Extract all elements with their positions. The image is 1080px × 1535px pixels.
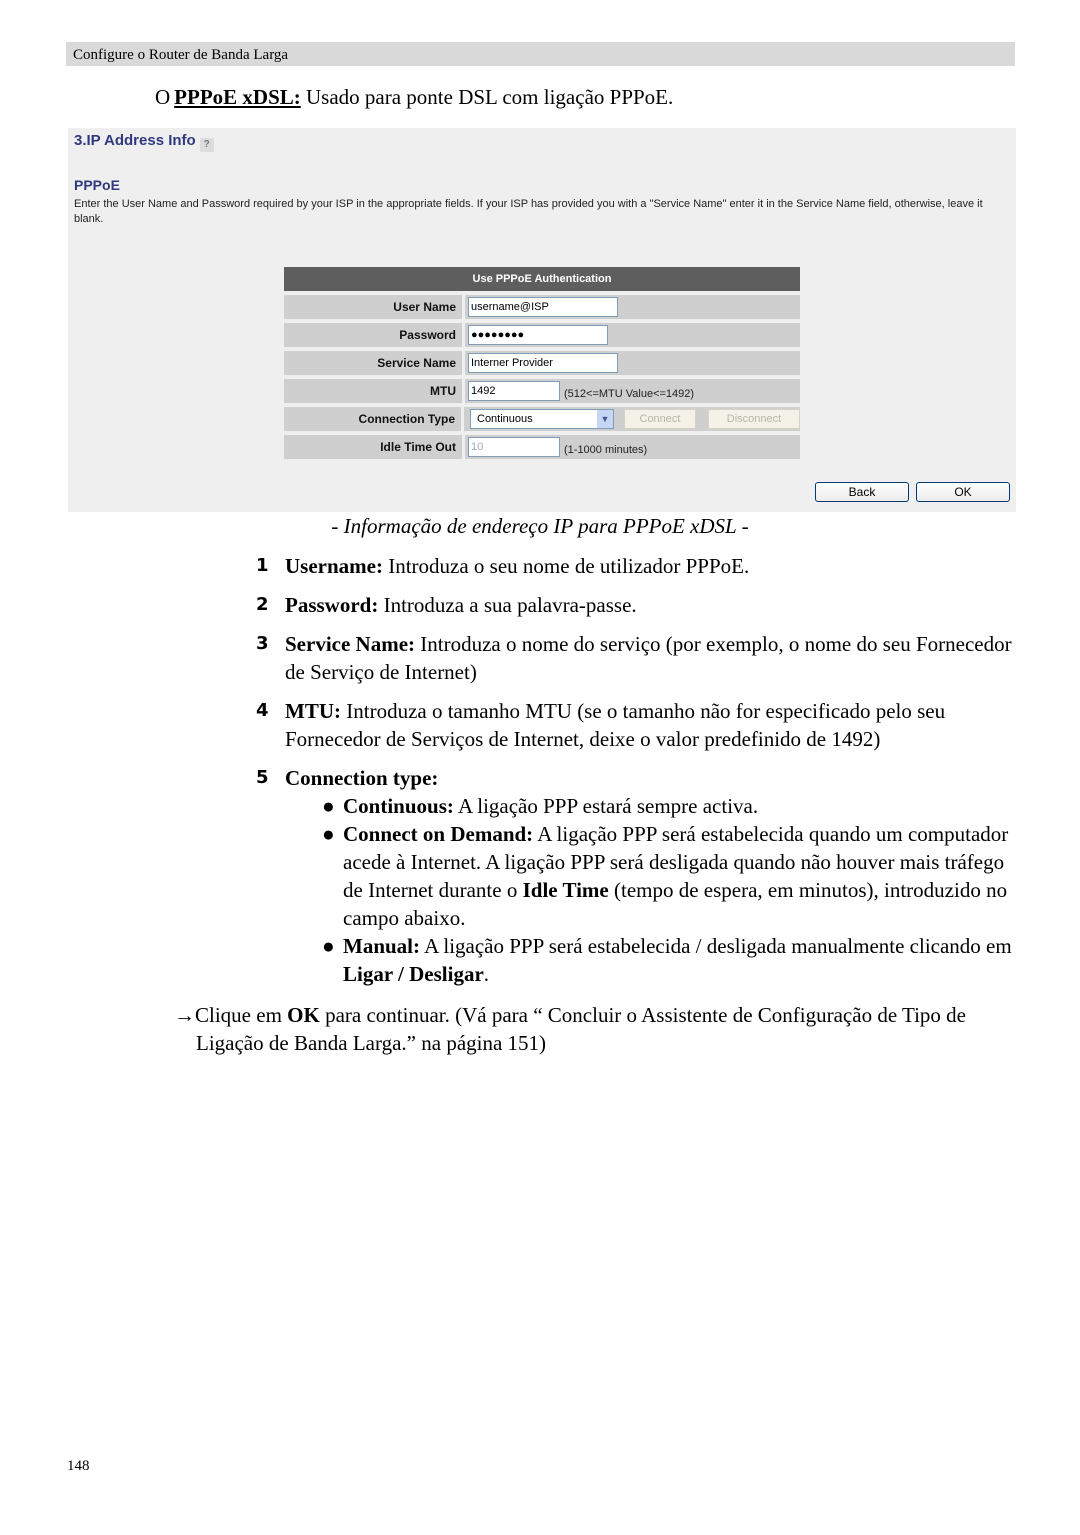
- service-name-input[interactable]: [468, 353, 618, 373]
- password-label: Password: [284, 323, 462, 347]
- form-row-mtu: MTU (512<=MTU Value<=1492): [284, 379, 800, 403]
- help-icon[interactable]: ?: [199, 138, 214, 152]
- mtu-input[interactable]: [468, 381, 560, 401]
- list-number: 1: [256, 555, 269, 576]
- user-name-input[interactable]: [468, 297, 618, 317]
- list-text: Introduza o seu nome de utilizador PPPoE…: [382, 554, 750, 578]
- sub-text: A ligação PPP estará sempre activa.: [453, 794, 759, 818]
- list-text: Introduza o tamanho MTU (se o tamanho nã…: [285, 699, 946, 751]
- sub-text: A ligação PPP será estabelecida / deslig…: [420, 934, 1012, 958]
- bullet-icon: ●: [322, 934, 335, 958]
- connection-type-selected: Continuous: [477, 413, 533, 425]
- note-body: →Clique em OK para continuar. (Vá para “…: [174, 1001, 1020, 1057]
- running-header: Configure o Router de Banda Larga: [66, 42, 1015, 66]
- note-bold: OK: [287, 1003, 320, 1027]
- list-item: 5 Connection type: ● Continuous: A ligação…: [256, 764, 1016, 988]
- sub-list-item: ● Manual: A ligação PPP será estabelecida…: [322, 932, 1016, 988]
- list-item: 4 MTU: Introduza o tamanho MTU (se o tama…: [256, 697, 1016, 753]
- intro-text: Usado para ponte DSL com ligação PPPoE.: [300, 85, 674, 109]
- mtu-cell: (512<=MTU Value<=1492): [465, 379, 800, 403]
- list-term: Password:: [285, 593, 379, 617]
- list-number: 4: [256, 700, 269, 721]
- form-header: Use PPPoE Authentication: [284, 267, 800, 291]
- chevron-down-icon[interactable]: ▼: [597, 410, 613, 428]
- form-row-service-name: Service Name: [284, 351, 800, 375]
- connection-type-label: Connection Type: [284, 407, 461, 431]
- section-description: Enter the User Name and Password require…: [74, 198, 983, 225]
- idle-time-out-input[interactable]: [468, 437, 560, 457]
- figure-caption: - Informação de endereço IP para PPPoE x…: [331, 514, 749, 538]
- bullet-icon: ●: [322, 822, 335, 846]
- sub-list-item: ● Connect on Demand: A ligação PPP será e…: [322, 820, 1016, 932]
- list-item: 2 Password: Introduza a sua palavra-passe…: [256, 591, 1016, 619]
- mtu-label: MTU: [284, 379, 462, 403]
- intro-line: O PPPoE xDSL: Usado para ponte DSL com li…: [155, 84, 673, 110]
- intro-title: PPPoE xDSL:: [174, 85, 301, 109]
- form-row-user-name: User Name: [284, 295, 800, 319]
- password-input[interactable]: [468, 325, 608, 345]
- continue-note: →Clique em OK para continuar. (Vá para “…: [174, 1001, 1020, 1057]
- list-number: 3: [256, 633, 269, 654]
- page-number: 148: [67, 1458, 90, 1474]
- list-term: Connection type:: [285, 766, 439, 790]
- ok-button[interactable]: OK: [916, 482, 1010, 502]
- idle-time-out-cell: (1-1000 minutes): [465, 435, 800, 459]
- form-row-password: Password: [284, 323, 800, 347]
- list-term: Service Name:: [285, 632, 416, 656]
- service-name-label: Service Name: [284, 351, 462, 375]
- disconnect-button[interactable]: Disconnect: [708, 409, 800, 429]
- service-name-cell: [465, 351, 800, 375]
- sub-bold: Idle Time: [522, 878, 609, 902]
- sub-text: .: [483, 962, 490, 986]
- back-button[interactable]: Back: [815, 482, 909, 502]
- form-row-connection-type: Connection Type Continuous ▼ Connect Dis…: [284, 407, 800, 431]
- password-cell: [465, 323, 800, 347]
- list-number: 5: [256, 767, 269, 788]
- idle-time-out-label: Idle Time Out: [284, 435, 462, 459]
- list-text: Introduza a sua palavra-passe.: [378, 593, 637, 617]
- panel-title: 3.IP Address Info?: [74, 132, 214, 152]
- router-config-screenshot: 3.IP Address Info? PPPoE Enter the User …: [68, 128, 1016, 512]
- list-term: MTU:: [285, 699, 341, 723]
- connection-type-list: ● Continuous: A ligação PPP estará sempre…: [285, 792, 1016, 988]
- section-title: PPPoE: [74, 177, 120, 193]
- sub-list-item: ● Continuous: A ligação PPP estará sempre…: [322, 792, 1016, 820]
- idle-time-out-hint: (1-1000 minutes): [564, 444, 648, 456]
- list-item: 1 Username: Introduza o seu nome de utili…: [256, 552, 1016, 580]
- field-description-list: 1 Username: Introduza o seu nome de utili…: [256, 552, 1016, 988]
- note-text: Clique em: [195, 1003, 288, 1027]
- pppoe-form: Use PPPoE Authentication User Name Passw…: [284, 267, 800, 463]
- connect-button[interactable]: Connect: [624, 409, 696, 429]
- form-row-idle-time-out: Idle Time Out (1-1000 minutes): [284, 435, 800, 459]
- circle-bullet-icon: O: [155, 85, 171, 109]
- sub-term: Connect on Demand:: [343, 822, 534, 846]
- connection-type-cell: Continuous ▼ Connect Disconnect: [464, 407, 800, 431]
- mtu-hint: (512<=MTU Value<=1492): [564, 388, 695, 400]
- user-name-cell: [465, 295, 800, 319]
- connection-type-select[interactable]: Continuous ▼: [470, 409, 614, 429]
- user-name-label: User Name: [284, 295, 462, 319]
- panel-title-text: 3.IP Address Info: [74, 132, 196, 149]
- list-item: 3 Service Name: Introduza o nome do servi…: [256, 630, 1016, 686]
- list-number: 2: [256, 594, 269, 615]
- sub-term: Manual:: [343, 934, 421, 958]
- sub-term: Continuous:: [343, 794, 454, 818]
- sub-bold: Ligar / Desligar: [343, 962, 484, 986]
- bullet-icon: ●: [322, 794, 335, 818]
- arrow-right-icon: →: [174, 1003, 195, 1027]
- list-term: Username:: [285, 554, 383, 578]
